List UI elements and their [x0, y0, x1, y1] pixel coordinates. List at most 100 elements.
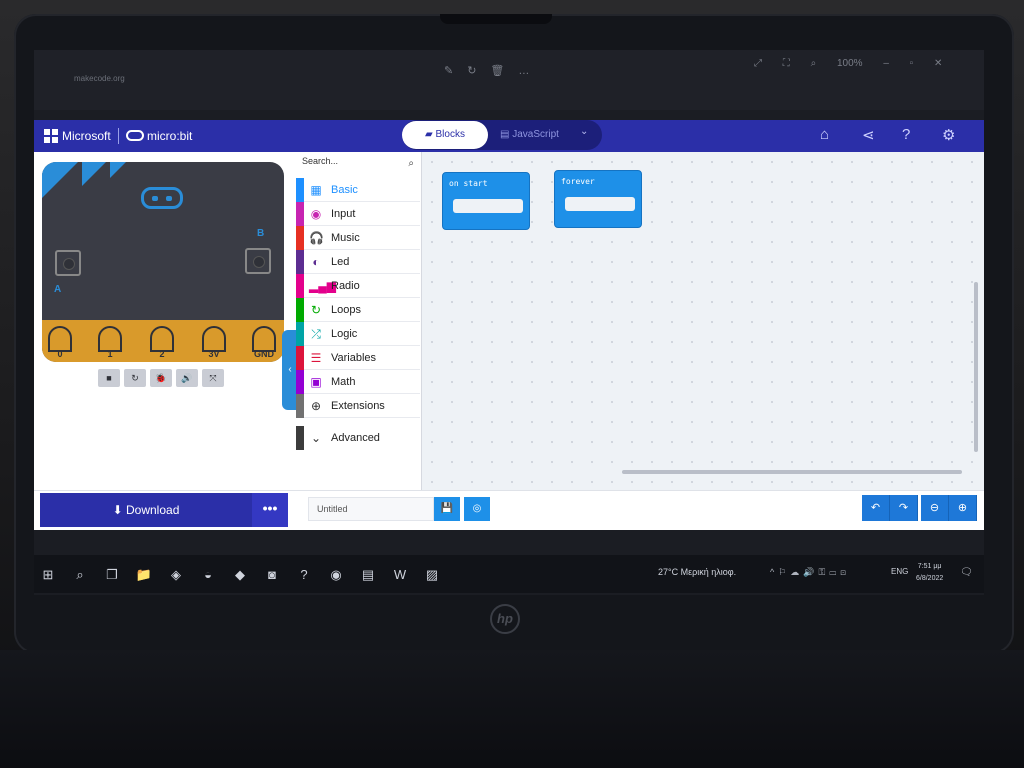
tab-javascript[interactable]: ▤ JavaScript — [500, 121, 580, 149]
maximize-icon[interactable]: ▫ — [910, 58, 914, 69]
edge-icon[interactable]: ◒ — [198, 565, 218, 585]
search-icon[interactable]: ⌕ — [408, 158, 414, 169]
file-explorer-icon[interactable]: 📁 — [134, 565, 154, 585]
download-more-button[interactable]: ••• — [252, 493, 288, 527]
category-color-bar — [296, 274, 304, 298]
share-icon[interactable]: ⋖ — [862, 126, 875, 144]
system-tray-icons[interactable]: ^⚐☁🔊⚿▭⊡ — [770, 567, 850, 578]
save-icon[interactable]: 💾 — [434, 497, 460, 521]
header-divider — [118, 128, 119, 144]
zoom-icon[interactable]: ⌕ — [811, 58, 817, 69]
microbit-face-icon — [141, 187, 183, 209]
category-variables[interactable]: ☰ Variables — [296, 346, 420, 370]
category-color-bar — [296, 226, 304, 250]
category-extensions[interactable]: ⊕ Extensions — [296, 394, 420, 418]
category-radio[interactable]: ▂▄▆ Radio — [296, 274, 420, 298]
vertical-scrollbar[interactable] — [974, 282, 978, 452]
project-name-input[interactable]: Untitled — [308, 497, 434, 521]
photos-icon[interactable]: ▨ — [422, 565, 442, 585]
search-input[interactable]: Search... — [302, 156, 338, 166]
tab-blocks-label: Blocks — [435, 129, 465, 140]
category-logic[interactable]: ⤮ Logic — [296, 322, 420, 346]
app-icon[interactable]: ▤ — [358, 565, 378, 585]
task-view-icon[interactable]: ❐ — [102, 565, 122, 585]
zoom-out-icon[interactable]: ⊖ — [921, 495, 949, 521]
chevron-down-icon[interactable]: ⌄ — [580, 126, 588, 137]
block-slot — [565, 197, 635, 211]
github-icon[interactable]: ◎ — [464, 497, 490, 521]
category-color-bar — [296, 346, 304, 370]
board-stripe — [82, 162, 106, 186]
canvas-nav: ↶ ↷ ⊖ ⊕ — [862, 495, 977, 521]
button-b-label: B — [257, 228, 265, 239]
toggle-icon: ◐ — [312, 255, 320, 269]
app-icon[interactable]: ◆ — [230, 565, 250, 585]
redo-icon[interactable]: ↷ — [890, 495, 918, 521]
category-input[interactable]: ◉ Input — [296, 202, 420, 226]
button-b[interactable] — [245, 248, 271, 274]
category-color-bar — [296, 322, 304, 346]
webcam — [440, 14, 552, 24]
undo-icon[interactable]: ↶ — [862, 495, 890, 521]
simulator-controls: ■ ↻ 🐞 🔊 ⤧ — [98, 369, 224, 387]
expand-icon[interactable]: ⤢ — [754, 58, 762, 69]
block-label: forever — [561, 177, 595, 186]
chrome-icon[interactable]: ◉ — [326, 565, 346, 585]
restart-icon[interactable]: ↻ — [124, 369, 146, 387]
clock[interactable]: 7:51 μμ 6/8/2022 — [916, 561, 943, 585]
product-label: micro:bit — [147, 129, 193, 143]
weather-widget[interactable]: 27°C Μερική ηλιοφ. — [658, 567, 736, 577]
tab-blocks[interactable]: ▰ Blocks — [402, 121, 488, 149]
download-button[interactable]: ⬇ Download — [40, 493, 252, 527]
app-icon[interactable]: ◙ — [262, 565, 282, 585]
simulator-panel: B A 0 1 2 3V GND ■ ↻ 🐞 🔊 ⤧ — [34, 152, 296, 490]
help-icon[interactable]: ? — [902, 126, 910, 143]
notifications-icon[interactable]: 🗨 — [960, 567, 973, 578]
on-start-block[interactable]: on start — [442, 172, 530, 230]
screen: makecode.org ✎↻🗑… ⤢ ⛶ ⌕ 100% – ▫ ✕ Micro… — [34, 50, 984, 595]
block-slot — [453, 199, 523, 213]
category-label: Music — [331, 232, 360, 244]
app-icon[interactable]: ◈ — [166, 565, 186, 585]
help-icon[interactable]: ? — [294, 565, 314, 585]
blocks-canvas[interactable]: on start forever — [422, 152, 984, 490]
home-icon[interactable]: ⌂ — [820, 126, 829, 143]
pin-label: 2 — [159, 349, 165, 359]
grid-icon: ▦ — [310, 183, 322, 197]
category-loops[interactable]: ↻ Loops — [296, 298, 420, 322]
category-advanced[interactable]: ⌄ Advanced — [296, 426, 420, 450]
crop-icon[interactable]: ⛶ — [783, 58, 790, 69]
word-icon[interactable]: W — [390, 565, 410, 585]
tab-javascript-label: JavaScript — [512, 129, 559, 140]
settings-icon[interactable]: ⚙ — [942, 126, 955, 144]
stop-icon[interactable]: ■ — [98, 369, 120, 387]
zoom-in-icon[interactable]: ⊕ — [949, 495, 977, 521]
microsoft-logo-icon — [44, 129, 58, 143]
forever-block[interactable]: forever — [554, 170, 642, 228]
category-basic[interactable]: ▦ Basic — [296, 178, 420, 202]
fullscreen-icon[interactable]: ⤧ — [202, 369, 224, 387]
brand-label: Microsoft — [62, 129, 111, 143]
shuffle-icon: ⤮ — [311, 327, 321, 341]
windows-start-icon[interactable]: ⊞ — [38, 565, 58, 585]
pin-label: GND — [254, 349, 274, 359]
category-color-bar — [296, 298, 304, 322]
category-math[interactable]: ▣ Math — [296, 370, 420, 394]
search-icon[interactable]: ⌕ — [70, 565, 90, 585]
close-icon[interactable]: ✕ — [934, 58, 942, 69]
plus-icon: ⊕ — [310, 399, 322, 413]
category-led[interactable]: ◐ Led — [296, 250, 420, 274]
language-indicator[interactable]: ENG — [891, 567, 908, 576]
microbit-board[interactable]: B A 0 1 2 3V GND — [42, 162, 284, 362]
toolbox-search[interactable]: Search... ⌕ — [302, 156, 414, 174]
slowmo-icon[interactable]: 🐞 — [150, 369, 172, 387]
sound-icon[interactable]: 🔊 — [176, 369, 198, 387]
category-label: Advanced — [331, 432, 380, 444]
category-label: Basic — [331, 184, 358, 196]
category-music[interactable]: 🎧 Music — [296, 226, 420, 250]
category-label: Logic — [331, 328, 358, 340]
minimize-icon[interactable]: – — [883, 58, 889, 69]
toolbar-icons[interactable]: ✎↻🗑… — [444, 64, 543, 77]
horizontal-scrollbar[interactable] — [622, 470, 962, 474]
button-a[interactable] — [55, 250, 81, 276]
